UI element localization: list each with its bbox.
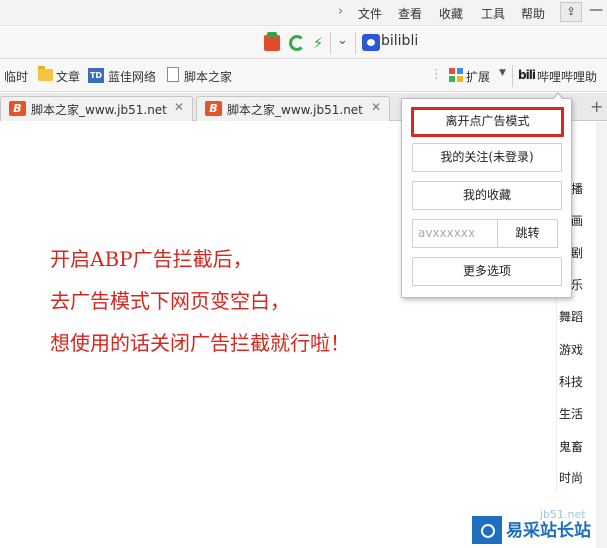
category-item[interactable]: 游戏 (559, 341, 583, 358)
chevron-right-icon[interactable]: › (338, 4, 343, 19)
divider (355, 32, 356, 54)
annotation-line: 开启ABP广告拦截后， (50, 247, 253, 271)
my-following-button[interactable]: 我的关注(未登录) (412, 143, 562, 172)
bookmark-temp[interactable]: 临时 (4, 68, 28, 85)
leave-ad-mode-button[interactable]: 离开点广告模式 (411, 107, 564, 137)
bilibili-helper-button[interactable]: 哔哩哔哩助 (537, 68, 597, 85)
watermark-brand: 易采站长站 (506, 521, 591, 541)
av-number-input[interactable]: avxxxxxx (412, 219, 498, 248)
jump-button[interactable]: 跳转 (498, 219, 558, 248)
category-item[interactable]: 播 (571, 180, 583, 197)
pin-icon[interactable]: ⇪ (560, 2, 582, 22)
category-item[interactable]: 乐 (571, 276, 583, 293)
bookmark-articles[interactable]: 文章 (56, 68, 80, 85)
menu-item-help[interactable]: 帮助 (521, 5, 545, 22)
td-logo-icon: TD (88, 68, 104, 83)
minimize-button[interactable]: — (589, 2, 603, 18)
jb51-favicon: B (205, 101, 222, 116)
category-item[interactable]: 剧 (571, 244, 583, 261)
annotation-line: 想使用的话关闭广告拦截就行啦！ (50, 331, 350, 355)
chevron-down-icon[interactable]: ⌄ (337, 33, 348, 48)
more-options-button[interactable]: 更多选项 (412, 257, 562, 286)
bookmark-jb51[interactable]: 脚本之家 (184, 68, 232, 85)
caret-down-icon[interactable]: ▼ (499, 68, 506, 78)
close-icon[interactable]: ✕ (371, 100, 381, 114)
menu-bar: › 文件 查看 收藏 工具 帮助 ⇪ — (0, 0, 607, 26)
tab-title: 脚本之家_www.jb51.net (227, 103, 363, 117)
page-icon (167, 67, 179, 82)
search-engine-icon[interactable] (362, 34, 380, 51)
extensions-icon[interactable] (449, 68, 463, 82)
bookmark-lanjia[interactable]: 蓝佳网络 (108, 68, 156, 85)
category-item[interactable]: 时尚 (559, 469, 583, 486)
bilibili-icon: bili (518, 68, 536, 82)
lightning-icon[interactable]: ⚡ (310, 35, 326, 51)
menu-item-file[interactable]: 文件 (358, 5, 382, 22)
folder-icon (38, 66, 53, 81)
close-icon[interactable]: ✕ (174, 100, 184, 114)
divider (330, 32, 331, 54)
extensions-label[interactable]: 扩展 (466, 68, 490, 85)
site-logo-icon (472, 516, 502, 544)
watermark: jb51.net 易采站长站 (472, 508, 607, 548)
tab-title: 脚本之家_www.jb51.net (31, 103, 167, 117)
category-item[interactable]: 科技 (559, 373, 583, 390)
bookmarks-bar: 临时 文章 TD 蓝佳网络 脚本之家 ⋮ 扩展 ▼ bili 哔哩哔哩助 (0, 60, 607, 92)
overflow-dots-icon[interactable]: ⋮ (430, 67, 443, 82)
menu-item-favorites[interactable]: 收藏 (439, 5, 463, 22)
category-item[interactable]: 画 (571, 212, 583, 229)
menu-item-tools[interactable]: 工具 (481, 5, 505, 22)
annotation-line: 去广告模式下网页变空白， (50, 289, 290, 313)
new-tab-icon[interactable]: + (590, 97, 603, 116)
category-item[interactable]: 生活 (559, 405, 583, 422)
menu-item-view[interactable]: 查看 (398, 5, 422, 22)
gift-icon[interactable] (264, 32, 280, 51)
bilibili-helper-popup: 离开点广告模式 我的关注(未登录) 我的收藏 avxxxxxx 跳转 更多选项 (401, 92, 572, 298)
tab-jb51-1[interactable]: B 脚本之家_www.jb51.net ✕ (0, 96, 193, 121)
scrollbar[interactable] (596, 122, 607, 548)
divider (512, 65, 513, 87)
jb51-favicon: B (9, 101, 26, 116)
category-item[interactable]: 舞蹈 (559, 308, 583, 325)
tab-jb51-2[interactable]: B 脚本之家_www.jb51.net ✕ (196, 96, 390, 121)
annotation-text: 开启ABP广告拦截后， 去广告模式下网页变空白， 想使用的话关闭广告拦截就行啦！ (50, 242, 350, 368)
my-favorites-button[interactable]: 我的收藏 (412, 181, 562, 210)
address-bar-row: ⚡ ⌄ bilibli (0, 27, 607, 59)
search-engine-input[interactable]: bilibli (381, 33, 418, 49)
category-item[interactable]: 鬼畜 (559, 438, 583, 455)
refresh-icon[interactable] (289, 35, 305, 51)
